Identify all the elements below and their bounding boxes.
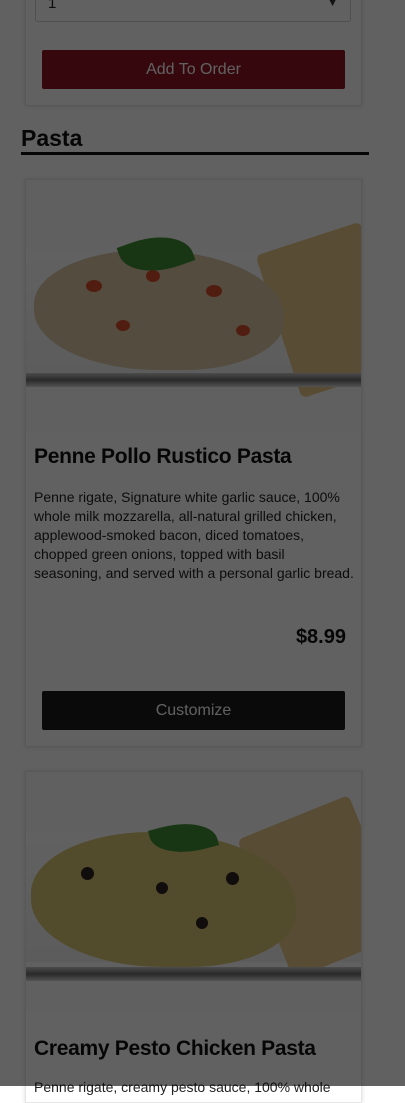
olive-graphic bbox=[81, 867, 94, 880]
section-title-pasta: Pasta bbox=[21, 124, 369, 155]
add-to-order-button[interactable]: Add To Order bbox=[42, 50, 345, 89]
olive-graphic bbox=[196, 917, 208, 929]
menu-item-card: Creamy Pesto Chicken Pasta Penne rigate,… bbox=[25, 771, 362, 1103]
item-price: $8.99 bbox=[295, 626, 346, 648]
item-name: Creamy Pesto Chicken Pasta bbox=[34, 1037, 316, 1060]
customize-button[interactable]: Customize bbox=[42, 691, 345, 730]
item-description: Penne rigate, creamy pesto sauce, 100% w… bbox=[34, 1079, 331, 1095]
plate-shadow bbox=[26, 967, 361, 981]
chevron-down-icon: ▼ bbox=[327, 0, 338, 9]
quantity-select[interactable]: 1 ▼ bbox=[35, 0, 351, 22]
menu-item-card: Penne Pollo Rustico Pasta Penne rigate, … bbox=[25, 179, 362, 747]
menu-item-card-previous: 1 ▼ Add To Order bbox=[25, 0, 362, 106]
quantity-value: 1 bbox=[48, 0, 57, 12]
plate-shadow bbox=[26, 373, 361, 387]
tomato-graphic bbox=[206, 285, 222, 297]
olive-graphic bbox=[156, 882, 168, 894]
tomato-graphic bbox=[146, 270, 160, 282]
item-name: Penne Pollo Rustico Pasta bbox=[34, 445, 292, 468]
tomato-graphic bbox=[86, 280, 102, 292]
item-description: Penne rigate, Signature white garlic sau… bbox=[34, 489, 354, 581]
olive-graphic bbox=[226, 872, 239, 885]
item-image[interactable] bbox=[26, 772, 361, 1012]
tomato-graphic bbox=[116, 320, 130, 331]
item-image[interactable] bbox=[26, 180, 361, 431]
tomato-graphic bbox=[236, 325, 250, 336]
